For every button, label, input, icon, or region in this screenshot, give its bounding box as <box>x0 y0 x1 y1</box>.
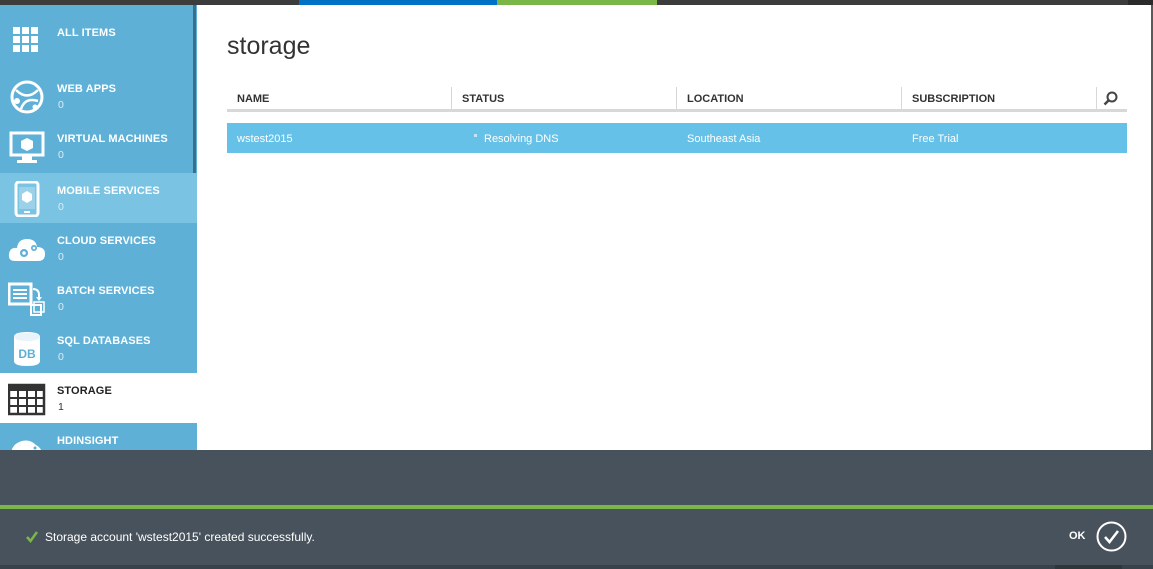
sidebar-item-label: CLOUD SERVICES <box>57 235 156 247</box>
sidebar-item-label: SQL DATABASES <box>57 335 151 347</box>
sidebar-item-web-apps[interactable]: WEB APPS 0 <box>0 71 197 121</box>
sidebar-item-count: 0 <box>58 201 64 213</box>
sidebar-item-label: STORAGE <box>57 385 112 397</box>
cell-location: Southeast Asia <box>687 133 761 145</box>
sidebar-item-label: ALL ITEMS <box>57 27 116 39</box>
storage-table: NAME STATUS LOCATION SUBSCRIPTION wstest… <box>227 86 1127 153</box>
storage-table-icon <box>8 383 46 416</box>
sidebar-item-all-items[interactable]: ALL ITEMS <box>0 15 197 65</box>
sidebar-item-storage[interactable]: STORAGE 1 <box>0 373 197 423</box>
cell-status: Resolving DNS <box>484 133 559 145</box>
sidebar-item-label: WEB APPS <box>57 83 117 95</box>
sidebar-item-batch-services[interactable]: BATCH SERVICES 0 <box>0 273 197 323</box>
bottom-bar-tab <box>1055 565 1122 569</box>
cell-subscription: Free Trial <box>912 133 959 145</box>
cloud-gear-icon <box>8 239 45 261</box>
column-header-status[interactable]: STATUS <box>462 93 504 105</box>
bottom-bar <box>0 565 1153 569</box>
column-divider <box>1096 87 1097 110</box>
phone-icon <box>14 181 40 217</box>
progress-spinner-icon <box>474 134 477 137</box>
svg-text:DB: DB <box>18 347 36 361</box>
success-check-icon <box>26 531 39 544</box>
sidebar-item-count: 1 <box>58 401 64 413</box>
search-icon[interactable] <box>1102 90 1120 108</box>
table-row[interactable]: wstest2015 Resolving DNS Southeast Asia … <box>227 123 1127 153</box>
column-header-name[interactable]: NAME <box>237 93 269 105</box>
batch-icon <box>8 282 45 316</box>
sidebar-item-mobile-services[interactable]: MOBILE SERVICES 0 <box>0 173 197 223</box>
sidebar-item-label: VIRTUAL MACHINES <box>57 133 168 145</box>
ok-button[interactable]: OK <box>1069 530 1086 542</box>
column-header-subscription[interactable]: SUBSCRIPTION <box>912 93 995 105</box>
sidebar-item-count: 0 <box>58 251 64 263</box>
sidebar-item-label: MOBILE SERVICES <box>57 185 160 197</box>
sidebar-item-count: 0 <box>58 149 64 161</box>
column-divider <box>451 87 452 110</box>
sidebar-item-count: 0 <box>58 99 64 111</box>
sidebar-item-label: HDINSIGHT <box>57 435 119 447</box>
sidebar-item-label: BATCH SERVICES <box>57 285 155 297</box>
sidebar-item-cloud-services[interactable]: CLOUD SERVICES 0 <box>0 223 197 273</box>
column-divider <box>901 87 902 110</box>
column-header-location[interactable]: LOCATION <box>687 93 744 105</box>
sidebar-item-sql-databases[interactable]: DB SQL DATABASES 0 <box>0 323 197 373</box>
database-icon: DB <box>14 332 40 366</box>
sidebar-item-count: 0 <box>58 301 64 313</box>
main-content: storage NAME STATUS LOCATION SUBSCRIPTIO… <box>197 5 1151 450</box>
page-title: storage <box>227 32 311 60</box>
sidebar-nav: ALL ITEMS WEB APPS 0 VIRTUAL MACHINES 0 <box>0 5 197 450</box>
sidebar-item-hdinsight[interactable]: HDINSIGHT <box>0 423 197 450</box>
sidebar-item-virtual-machines[interactable]: VIRTUAL MACHINES 0 <box>0 121 197 171</box>
sidebar-item-count: 0 <box>58 351 64 363</box>
notification-message: Storage account 'wstest2015' created suc… <box>45 530 315 544</box>
globe-icon <box>10 80 44 114</box>
grid-icon <box>13 27 38 52</box>
check-circle-icon[interactable] <box>1096 521 1127 552</box>
notification-bar: Storage account 'wstest2015' created suc… <box>0 509 1153 565</box>
table-header: NAME STATUS LOCATION SUBSCRIPTION <box>227 86 1127 112</box>
column-divider <box>676 87 677 110</box>
monitor-icon <box>9 131 45 163</box>
cell-name: wstest2015 <box>237 133 293 145</box>
elephant-icon <box>11 440 42 450</box>
